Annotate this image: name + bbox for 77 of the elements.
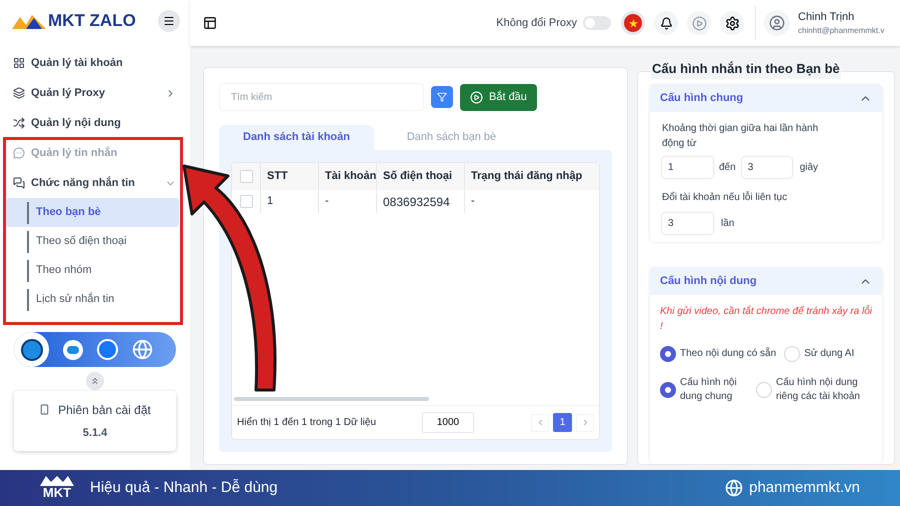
menu-item[interactable]: Quản lý tài khoản bbox=[0, 48, 190, 78]
settings-icon bbox=[724, 16, 740, 30]
star-icon bbox=[628, 18, 638, 28]
logo-icon bbox=[12, 13, 46, 29]
menu-button[interactable] bbox=[158, 10, 180, 32]
radio-label: Cấu hình nội dung chung bbox=[680, 376, 738, 404]
radio-label: Cấu hình nội dung riêng các tài khoản bbox=[776, 376, 861, 404]
filter-icon bbox=[437, 92, 447, 102]
column-header: Trạng thái đăng nhập bbox=[464, 163, 584, 189]
flag-button[interactable] bbox=[621, 11, 645, 35]
radio-label: Theo nội dung có sẵn bbox=[680, 347, 776, 361]
slogan: Hiệu quả - Nhanh - Dễ dùng bbox=[90, 478, 278, 498]
radio-button[interactable] bbox=[660, 346, 676, 362]
avatar-button[interactable] bbox=[764, 10, 790, 36]
radio-label: Sử dụng AI bbox=[804, 347, 854, 361]
user-email: chinhtt@phanmemmkt.v bbox=[798, 25, 886, 38]
page-button[interactable]: 1 bbox=[553, 413, 572, 432]
settings-button[interactable] bbox=[720, 11, 744, 35]
user-icon bbox=[769, 15, 785, 31]
column-header: STT bbox=[260, 163, 318, 189]
banner-logo: MKT bbox=[42, 486, 72, 500]
table-cell: - bbox=[464, 190, 584, 213]
retry-unit: lần bbox=[721, 217, 734, 231]
scrollbar[interactable] bbox=[234, 397, 429, 401]
website-text: phanmemmkt.vn bbox=[749, 478, 860, 498]
globe-icon bbox=[725, 479, 744, 497]
section-header[interactable]: Cấu hình chung bbox=[650, 85, 882, 112]
support-icon[interactable] bbox=[14, 332, 49, 367]
globe-icon[interactable] bbox=[132, 339, 153, 360]
bell-icon bbox=[660, 16, 672, 30]
table-cell: 0836932594 bbox=[376, 190, 464, 213]
to-label: đến bbox=[719, 161, 736, 175]
submenu-item[interactable]: Theo nhóm bbox=[6, 256, 179, 285]
chat-icon[interactable] bbox=[63, 340, 83, 360]
version-label: Phiên bản cài đặt bbox=[58, 402, 151, 419]
search-field[interactable]: Tìm kiếm bbox=[219, 83, 424, 111]
tab[interactable]: Danh sách tài khoản bbox=[219, 125, 374, 150]
submenu-item[interactable]: Theo số điện thoại bbox=[6, 227, 179, 256]
radio-button[interactable] bbox=[660, 382, 676, 398]
submenu-item[interactable]: Lịch sử nhắn tin bbox=[6, 285, 179, 314]
collapse-button[interactable] bbox=[86, 372, 104, 390]
table-cell: - bbox=[318, 190, 376, 213]
play-icon bbox=[692, 16, 706, 30]
layout-icon[interactable] bbox=[203, 16, 217, 30]
submenu-item[interactable]: Theo bạn bè bbox=[6, 198, 179, 227]
column-header: Tài khoản bbox=[318, 163, 376, 189]
to-field[interactable]: 3 bbox=[742, 157, 792, 178]
column-header: Số điện thoại bbox=[376, 163, 464, 189]
logo-text: MKT ZALO bbox=[48, 10, 136, 32]
version-number: 5.1.4 bbox=[82, 426, 108, 441]
filter-button[interactable] bbox=[431, 86, 453, 108]
interval-label: Khoảng thời gian giữa hai lần hành động từ bbox=[662, 122, 820, 151]
table-cell: 1 bbox=[260, 190, 318, 213]
menu-item[interactable]: Quản lý Proxy bbox=[0, 78, 190, 108]
proxy-label: Không đổi Proxy bbox=[496, 16, 577, 31]
menu-item[interactable]: Quản lý nội dung bbox=[0, 108, 190, 138]
checkbox[interactable] bbox=[240, 170, 252, 182]
double-chevron-up-icon bbox=[90, 376, 100, 386]
summary-text: Hiển thị 1 đến 1 trong 1 Dữ liệu bbox=[237, 416, 377, 430]
social-icon[interactable] bbox=[97, 339, 118, 360]
start-button[interactable]: Bắt đầu bbox=[460, 84, 537, 110]
notification-button[interactable] bbox=[654, 11, 678, 35]
play-icon bbox=[470, 90, 483, 104]
config-title: Cấu hình nhắn tin theo Bạn bè bbox=[651, 59, 841, 78]
device-icon bbox=[39, 404, 50, 416]
user-name: Chinh Trịnh bbox=[798, 10, 856, 25]
crown-icon bbox=[40, 476, 74, 486]
page-size-field[interactable]: 1000 bbox=[422, 412, 474, 433]
switch-label: Đổi tài khoản nếu lỗi liên tục bbox=[662, 190, 788, 205]
checkbox[interactable] bbox=[240, 195, 252, 208]
section-header[interactable]: Cấu hình nội dung bbox=[650, 268, 882, 295]
from-field[interactable]: 1 bbox=[662, 157, 713, 178]
retry-field[interactable]: 3 bbox=[662, 213, 713, 234]
warning-text: Khi gửi video, cần tắt chrome để tránh xảy ra lỗi ! bbox=[660, 304, 872, 334]
unit-label: giây bbox=[800, 161, 818, 175]
proxy-switch[interactable] bbox=[583, 16, 611, 30]
play-button[interactable] bbox=[687, 11, 711, 35]
